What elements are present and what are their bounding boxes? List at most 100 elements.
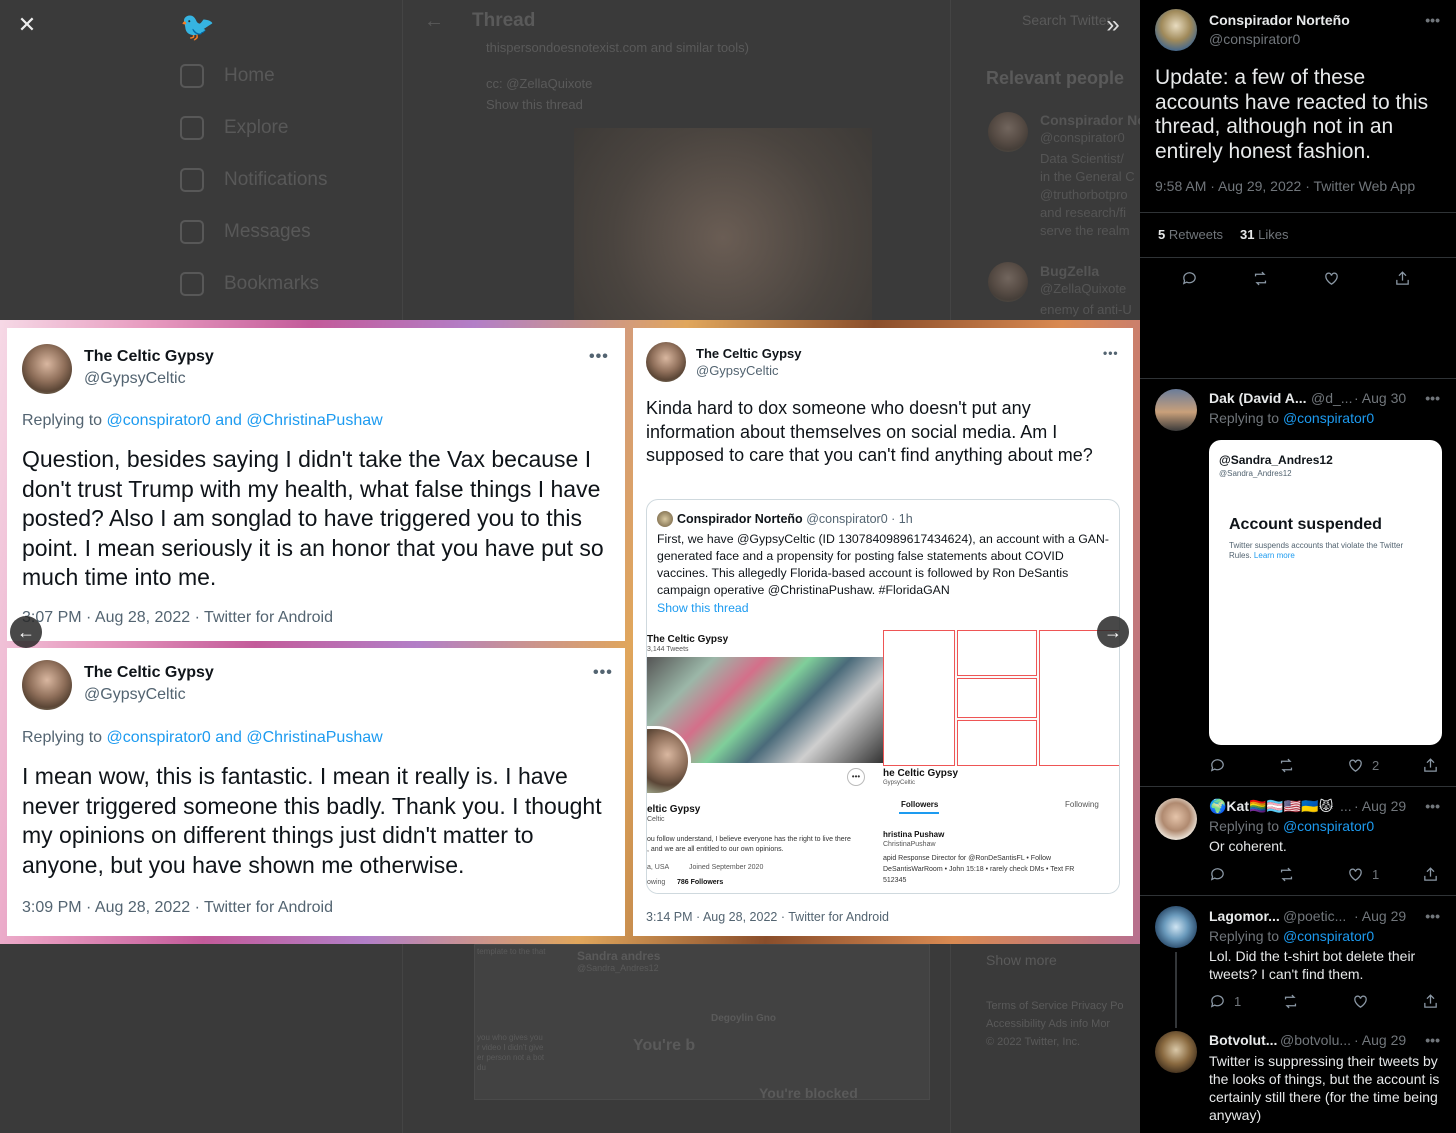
retweet-icon (1254, 271, 1267, 286)
avatar[interactable] (1155, 906, 1197, 948)
more-icon[interactable]: ••• (1425, 1032, 1440, 1048)
nav-label: Explore (224, 117, 289, 138)
like-button[interactable] (1323, 270, 1340, 287)
relevant-person-bio: and research/fi (1040, 205, 1126, 220)
reply-author-name[interactable]: 🌍Kat🏳️‍🌈🏳️‍⚧️🇺🇸🇺🇦😾 (1209, 798, 1333, 815)
tweet-timestamp[interactable]: 9:58 AM · Aug 29, 2022 · Twitter Web App (1155, 178, 1415, 194)
reply-to-link[interactable]: @conspirator0 (1283, 928, 1374, 944)
tweet-image-collage: The Celtic Gypsy @GypsyCeltic ••• Replyi… (0, 320, 1140, 944)
like-button[interactable] (1352, 993, 1377, 1010)
tweet-author-name: The Celtic Gypsy (696, 346, 802, 361)
reply-author-handle[interactable]: @botvolu... (1280, 1032, 1351, 1048)
retweets-stat[interactable]: 5 Retweets (1158, 227, 1223, 242)
likes-stat[interactable]: 31 Likes (1240, 227, 1288, 242)
background-handle: @Sandra_Andres12 (577, 963, 659, 973)
more-icon[interactable]: ••• (1425, 798, 1440, 814)
reply-links: @conspirator0 and @ChristinaPushaw (106, 412, 383, 429)
more-icon[interactable]: ••• (1425, 12, 1440, 28)
background-show-thread[interactable]: Show this thread (486, 97, 583, 112)
learn-more-link[interactable]: Learn more (1254, 551, 1295, 560)
divider (1140, 895, 1456, 896)
reply-author-handle[interactable]: @d_... (1311, 390, 1352, 406)
reply-button[interactable] (1181, 270, 1198, 287)
retweet-button[interactable] (1252, 270, 1269, 287)
thread-title: Thread (472, 10, 536, 31)
reply-time[interactable]: · Aug 29 (1354, 1032, 1406, 1048)
next-image-button[interactable]: → (1097, 616, 1129, 648)
avatar[interactable] (1155, 9, 1197, 51)
more-icon[interactable]: ••• (1425, 908, 1440, 924)
relevant-person-bio: serve the realm (1040, 223, 1130, 238)
share-button[interactable] (1394, 270, 1411, 287)
share-button[interactable] (1422, 866, 1439, 883)
tweet-author-name: The Celtic Gypsy (84, 664, 214, 681)
relevant-person-name: BugZella (1040, 263, 1100, 279)
card-description: Twitter suspends accounts that violate t… (1229, 541, 1419, 561)
profile-handle: GypsyCeltic (883, 780, 916, 786)
reply-icon (1210, 995, 1224, 1008)
more-icon: ••• (589, 348, 609, 365)
reply-to-link[interactable]: @conspirator0 (1283, 410, 1374, 426)
more-icon: ••• (847, 768, 865, 786)
avatar (988, 112, 1028, 152)
quoted-tweet: Conspirador Norteño @conspirator0 · 1h F… (646, 499, 1120, 894)
retweet-button[interactable] (1278, 866, 1303, 883)
profile-tweet-count: 3,144 Tweets (647, 646, 689, 653)
reply-author-name[interactable]: Dak (David A... (1209, 390, 1307, 406)
heart-icon (1349, 759, 1362, 772)
close-icon[interactable]: ✕ (14, 12, 40, 38)
profile-name: eltic Gypsy (647, 804, 701, 815)
profile-name: he Celtic Gypsy (883, 768, 959, 779)
background-blocked-text: You're blocked (759, 1085, 858, 1101)
previous-image-button[interactable]: ← (10, 616, 42, 648)
thread-connector-line (1175, 952, 1177, 1028)
reply-author-handle[interactable]: @poetic... (1283, 908, 1346, 924)
nav-label: Notifications (224, 169, 328, 190)
retweet-button[interactable] (1278, 757, 1303, 774)
nav-home[interactable]: Home (180, 64, 275, 88)
nav-messages[interactable]: Messages (180, 220, 311, 244)
follower-bio: DeSantisWarRoom • John 15:18 • rarely ch… (883, 866, 1075, 873)
reply-author-handle[interactable]: ... (1340, 798, 1352, 814)
reply-button[interactable] (1209, 757, 1234, 774)
reply-button[interactable] (1209, 866, 1234, 883)
quoted-author-handle: @conspirator0 · 1h (806, 512, 913, 526)
avatar[interactable] (1155, 389, 1197, 431)
reply-time[interactable]: · Aug 30 (1354, 390, 1406, 406)
reply-author-name[interactable]: Lagomor... (1209, 908, 1280, 924)
reply-button[interactable]: 1 (1209, 993, 1241, 1010)
avatar[interactable] (1155, 1031, 1197, 1073)
nav-notifications[interactable]: Notifications (180, 168, 328, 192)
nav-bookmarks[interactable]: Bookmarks (180, 272, 319, 296)
suspended-account-card[interactable]: @Sandra_Andres12 @Sandra_Andres12 Accoun… (1209, 440, 1442, 745)
show-more-link[interactable]: Show more (986, 952, 1057, 968)
collapse-panel-icon[interactable]: » (1098, 10, 1128, 40)
follower-bio: apid Response Director for @RonDeSantisF… (883, 855, 1052, 862)
like-button[interactable]: 2 (1347, 757, 1379, 774)
avatar (988, 262, 1028, 302)
grid-cell (957, 630, 1037, 676)
tweet-author-handle[interactable]: @conspirator0 (1209, 31, 1300, 47)
more-icon[interactable]: ••• (1425, 390, 1440, 406)
tweet-author-name[interactable]: Conspirador Norteño (1209, 12, 1350, 28)
footer-links[interactable]: Terms of Service Privacy Po (986, 1000, 1124, 1012)
twitter-logo-icon: 🐦 (180, 11, 215, 42)
reply-to-link[interactable]: @conspirator0 (1283, 818, 1374, 834)
avatar[interactable] (1155, 798, 1197, 840)
reply-time[interactable]: · Aug 29 (1354, 908, 1406, 924)
tweet-timestamp: 3:14 PM · Aug 28, 2022 · Twitter for And… (646, 910, 889, 924)
retweet-button[interactable] (1282, 993, 1307, 1010)
nav-explore[interactable]: Explore (180, 116, 288, 140)
reply-author-name[interactable]: Botvolut... (1209, 1032, 1277, 1048)
bookmark-icon (180, 272, 204, 296)
back-arrow-icon[interactable]: ← (424, 10, 444, 33)
background-name: Degoylin Gno (711, 1013, 776, 1024)
reply-context: Replying to @conspirator0 and @Christina… (22, 412, 383, 430)
reply-time[interactable]: · Aug 29 (1354, 798, 1406, 814)
share-button[interactable] (1422, 757, 1439, 774)
like-button[interactable]: 1 (1347, 866, 1379, 883)
retweet-icon (1280, 758, 1293, 773)
share-button[interactable] (1422, 993, 1439, 1010)
relevant-person-handle: @ZellaQuixote (1040, 281, 1127, 296)
footer-links[interactable]: Accessibility Ads info Mor (986, 1018, 1110, 1030)
